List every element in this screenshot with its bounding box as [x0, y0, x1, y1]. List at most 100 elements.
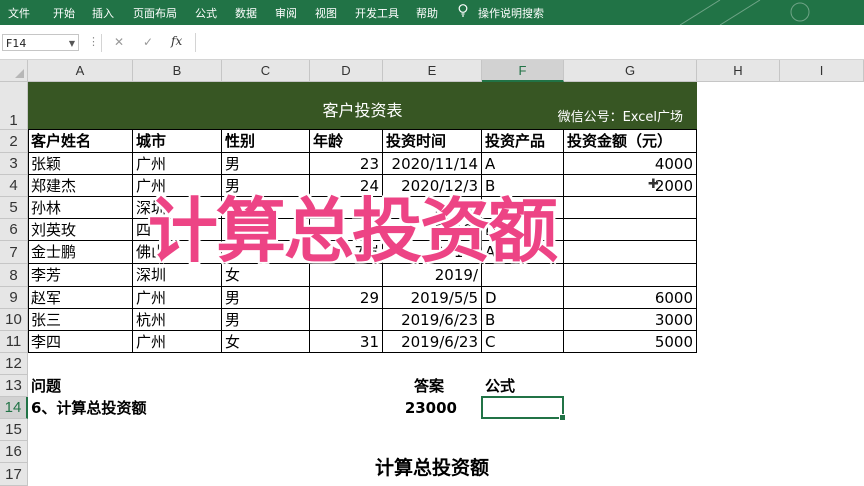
table-cell[interactable]: 2020/11/14 — [383, 153, 482, 175]
tab-home[interactable]: 开始 — [53, 5, 75, 21]
formula-input[interactable] — [195, 33, 864, 52]
row-header-15[interactable]: 15 — [0, 419, 28, 441]
table-cell[interactable]: 赵军 — [28, 287, 133, 309]
cancel-icon[interactable]: ✕ — [114, 35, 124, 49]
table-cell[interactable]: 男 — [222, 287, 310, 309]
tab-file[interactable]: 文件 — [8, 5, 30, 21]
table-cell[interactable]: 2019/6/23 — [383, 309, 482, 331]
video-caption: 计算总投资额 — [374, 457, 489, 479]
row-header-4[interactable]: 4 — [0, 175, 28, 197]
tab-insert[interactable]: 插入 — [92, 5, 114, 21]
column-header-g[interactable]: G — [564, 60, 697, 82]
select-all-button[interactable] — [0, 60, 28, 82]
table-cell[interactable]: 女 — [222, 331, 310, 353]
answer-label: 答案 — [414, 377, 445, 395]
table-cell[interactable] — [310, 309, 383, 331]
table-header-cell[interactable]: 投资金额（元） — [564, 130, 697, 153]
ribbon-bar: 文件 开始 插入 页面布局 公式 数据 审阅 视图 开发工具 帮助 操作说明搜索 — [0, 0, 864, 25]
table-cell[interactable]: 张颖 — [28, 153, 133, 175]
name-box[interactable]: F14 ▼ — [2, 34, 79, 51]
row-header-9[interactable]: 9 — [0, 287, 28, 309]
row-header-7[interactable]: 7 — [0, 241, 28, 264]
row-header-14[interactable]: 14 — [0, 397, 28, 419]
table-title-band: 客户投资表 微信公号：Excel广场 — [28, 82, 697, 130]
tab-formulas[interactable]: 公式 — [195, 5, 217, 21]
table-cell[interactable]: 4000 — [564, 153, 697, 175]
formula-label: 公式 — [485, 377, 516, 395]
column-header-d[interactable]: D — [310, 60, 383, 82]
table-cell[interactable]: 李四 — [28, 331, 133, 353]
insert-function-icon[interactable]: fx — [171, 34, 182, 48]
tab-page-layout[interactable]: 页面布局 — [133, 5, 177, 21]
table-cell[interactable]: 2019/6/23 — [383, 331, 482, 353]
overlay-title: 计算总投资额 — [148, 190, 558, 272]
column-header-a[interactable]: A — [28, 60, 133, 82]
table-header-cell[interactable]: 客户姓名 — [28, 130, 133, 153]
column-header-f[interactable]: F — [482, 60, 564, 82]
table-cell[interactable]: 李芳 — [28, 264, 133, 287]
table-header-cell[interactable]: 投资产品 — [482, 130, 564, 153]
table-cell[interactable]: 6000 — [564, 287, 697, 309]
table-header-cell[interactable]: 年龄 — [310, 130, 383, 153]
table-cell[interactable]: 张三 — [28, 309, 133, 331]
answer-value: 23000 — [404, 399, 457, 417]
tab-review[interactable]: 审阅 — [275, 5, 297, 21]
table-header-cell[interactable]: 投资时间 — [383, 130, 482, 153]
row-header-11[interactable]: 11 — [0, 331, 28, 353]
column-header-b[interactable]: B — [133, 60, 222, 82]
row-header-6[interactable]: 6 — [0, 219, 28, 241]
table-cell[interactable]: 刘英玫 — [28, 219, 133, 241]
table-cell[interactable]: 男 — [222, 309, 310, 331]
tab-data[interactable]: 数据 — [235, 5, 257, 21]
row-header-1[interactable]: 1 — [0, 82, 28, 130]
table-cell[interactable]: 31 — [310, 331, 383, 353]
question-text: 6、计算总投资额 — [31, 399, 147, 417]
column-header-h[interactable]: H — [697, 60, 780, 82]
column-header-i[interactable]: I — [780, 60, 864, 82]
tab-developer[interactable]: 开发工具 — [355, 5, 399, 21]
table-cell[interactable]: C — [482, 331, 564, 353]
table-cell[interactable]: 孙林 — [28, 197, 133, 219]
column-header-c[interactable]: C — [222, 60, 310, 82]
table-cell[interactable]: D — [482, 287, 564, 309]
table-header-cell[interactable]: 性别 — [222, 130, 310, 153]
table-left-border — [28, 130, 29, 353]
active-cell-f14[interactable] — [481, 396, 566, 421]
more-options-icon[interactable]: ⋮ — [88, 35, 99, 48]
table-cell[interactable]: 2019/5/5 — [383, 287, 482, 309]
tab-help[interactable]: 帮助 — [416, 5, 438, 21]
ribbon-decoration — [679, 0, 810, 25]
table-cell[interactable]: 5000 — [564, 331, 697, 353]
table-cell[interactable]: 29 — [310, 287, 383, 309]
watermark-text: 微信公号：Excel广场 — [557, 110, 683, 125]
name-box-value: F14 — [6, 37, 27, 50]
table-cell[interactable]: 广州 — [133, 331, 222, 353]
question-label: 问题 — [31, 377, 62, 395]
table-cell[interactable]: 3000 — [564, 309, 697, 331]
row-header-13[interactable]: 13 — [0, 375, 28, 397]
column-header-e[interactable]: E — [383, 60, 482, 82]
row-header-8[interactable]: 8 — [0, 264, 28, 287]
cursor-crosshair-icon: ✚ — [648, 177, 659, 192]
table-cell[interactable]: 杭州 — [133, 309, 222, 331]
confirm-icon[interactable]: ✓ — [143, 35, 153, 49]
table-cell[interactable]: A — [482, 153, 564, 175]
chevron-down-icon[interactable]: ▼ — [69, 35, 75, 52]
row-header-5[interactable]: 5 — [0, 197, 28, 219]
table-cell[interactable]: 郑建杰 — [28, 175, 133, 197]
table-cell[interactable]: B — [482, 309, 564, 331]
table-cell[interactable]: 广州 — [133, 287, 222, 309]
table-cell[interactable]: 金士鹏 — [28, 241, 133, 264]
tab-view[interactable]: 视图 — [315, 5, 337, 21]
table-cell[interactable]: 广州 — [133, 153, 222, 175]
row-header-2[interactable]: 2 — [0, 130, 28, 153]
row-header-3[interactable]: 3 — [0, 153, 28, 175]
row-header-10[interactable]: 10 — [0, 309, 28, 331]
row-header-12[interactable]: 12 — [0, 353, 28, 375]
table-cell[interactable]: 男 — [222, 153, 310, 175]
divider — [101, 34, 102, 52]
table-header-cell[interactable]: 城市 — [133, 130, 222, 153]
tell-me-search[interactable]: 操作说明搜索 — [478, 5, 544, 21]
formula-bar: F14 ▼ ⋮ ✕ ✓ fx — [0, 25, 864, 60]
table-cell[interactable]: 23 — [310, 153, 383, 175]
